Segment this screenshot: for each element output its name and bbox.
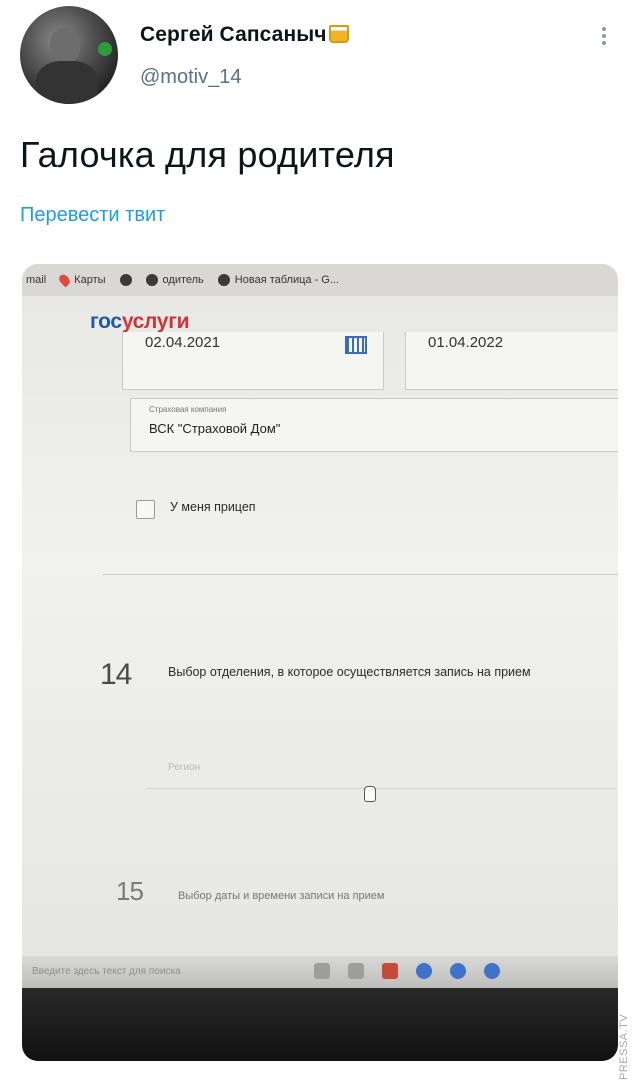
- tweet-photo[interactable]: mail Карты одитель Новая таблица - G... …: [22, 264, 618, 1061]
- bookmark-globe[interactable]: [119, 274, 132, 286]
- insurer-field[interactable]: Страховая компания ВСК "Страховой Дом": [130, 398, 618, 452]
- calendar-icon[interactable]: [345, 336, 367, 354]
- maps-pin-icon: [57, 272, 73, 288]
- end-date-value: 01.04.2022: [428, 334, 504, 351]
- taskbar-icons: [314, 963, 500, 979]
- file-explorer-icon[interactable]: [348, 963, 364, 979]
- beer-mug-icon: [328, 25, 349, 43]
- step-15-title: Выбор даты и времени записи на прием: [178, 890, 385, 902]
- author-name-text: Сергей Сапсаныч: [140, 23, 327, 46]
- edge-icon[interactable]: [416, 963, 432, 979]
- mouse-cursor-icon: [364, 786, 376, 802]
- author-name[interactable]: Сергей Сапсаныч: [140, 23, 349, 47]
- bookmark-maps[interactable]: Карты: [57, 272, 106, 288]
- avatar[interactable]: [20, 6, 118, 104]
- trailer-checkbox-label[interactable]: У меня прицеп: [170, 500, 256, 514]
- task-view-icon[interactable]: [314, 963, 330, 979]
- watermark: PRESSA.TV: [618, 1013, 630, 1080]
- author-handle[interactable]: @motiv_14: [140, 66, 241, 89]
- maps-label: Карты: [74, 274, 106, 286]
- region-select[interactable]: Регион: [146, 748, 616, 789]
- tweet-text: Галочка для родителя: [20, 134, 395, 175]
- avatar-badge: [98, 42, 112, 56]
- step-14-number: 14: [100, 658, 132, 691]
- logo-part-gos: гос: [90, 310, 122, 333]
- bookmark-new-sheet[interactable]: Новая таблица - G...: [217, 274, 340, 286]
- insurer-value: ВСК "Страховой Дом": [149, 421, 281, 436]
- translate-tweet-link[interactable]: Перевести твит: [20, 204, 165, 227]
- parent-label: одитель: [162, 274, 204, 286]
- avatar-head: [50, 28, 80, 64]
- gosuslugi-page: госуслуги 02.04.2021 01.04.2022 Страхова…: [22, 296, 618, 956]
- browser-bookmarks-bar: mail Карты одитель Новая таблица - G...: [22, 264, 618, 296]
- step-15-number: 15: [116, 876, 144, 906]
- section-divider: [102, 574, 618, 575]
- windows-taskbar: Введите здесь текст для поиска: [22, 956, 618, 988]
- step-14-title: Выбор отделения, в которое осуществляетс…: [168, 665, 531, 679]
- browser-icon[interactable]: [484, 963, 500, 979]
- mail-label: mail: [26, 274, 47, 286]
- office-icon[interactable]: [382, 963, 398, 979]
- more-options-icon[interactable]: [596, 24, 612, 50]
- globe-icon: [145, 274, 158, 286]
- start-date-value: 02.04.2021: [145, 334, 221, 351]
- globe-icon: [217, 274, 230, 286]
- region-placeholder: Регион: [168, 762, 201, 773]
- logo-part-uslugi: услуги: [121, 310, 190, 333]
- taskbar-search[interactable]: Введите здесь текст для поиска: [32, 966, 181, 977]
- end-date-field[interactable]: 01.04.2022: [405, 332, 618, 390]
- bookmark-parent[interactable]: одитель: [145, 274, 204, 286]
- insurer-label: Страховая компания: [149, 405, 227, 414]
- globe-icon: [119, 274, 132, 286]
- gosuslugi-logo[interactable]: госуслуги: [90, 310, 190, 334]
- chrome-icon[interactable]: [450, 963, 466, 979]
- trailer-checkbox[interactable]: [136, 500, 155, 519]
- new-sheet-label: Новая таблица - G...: [234, 274, 340, 286]
- avatar-body: [36, 61, 98, 104]
- bookmark-mail[interactable]: mail: [26, 274, 46, 286]
- start-date-field[interactable]: 02.04.2021: [122, 332, 384, 390]
- laptop-bezel: [22, 988, 618, 1061]
